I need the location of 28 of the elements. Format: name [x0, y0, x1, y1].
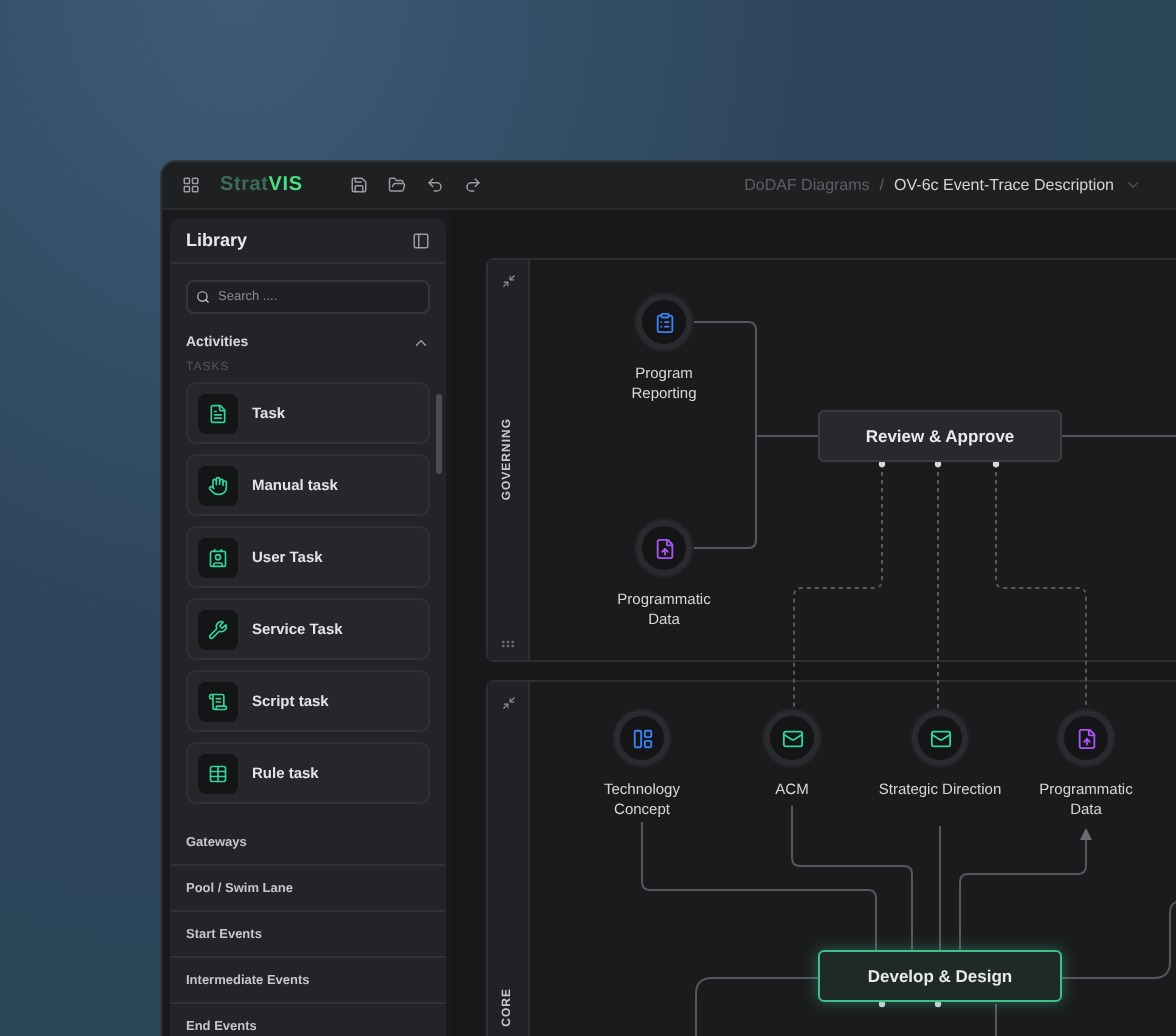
connector-line: [695, 977, 819, 1036]
chevron-up-icon[interactable]: [412, 334, 430, 352]
panel-toggle-icon[interactable]: [412, 231, 430, 249]
item-icon: [198, 753, 238, 793]
app-logo: StratVIS: [220, 174, 303, 196]
grip-icon[interactable]: [500, 636, 516, 652]
item-icon: [198, 537, 238, 577]
folder-icon[interactable]: [388, 176, 407, 194]
collapse-icon[interactable]: [501, 696, 515, 710]
redo-icon[interactable]: [464, 176, 483, 194]
item-icon: [198, 609, 238, 649]
item-icon: [198, 681, 238, 721]
activity-box: Review & Approve: [818, 410, 1062, 462]
grid-menu-icon[interactable]: [182, 176, 200, 194]
collapse-icon[interactable]: [501, 274, 515, 288]
connector-line: [939, 825, 941, 951]
connector-line: [995, 1003, 997, 1036]
save-icon[interactable]: [350, 176, 369, 194]
item-icon: [198, 465, 238, 505]
item-icon: [198, 393, 238, 433]
scrollbar-thumb[interactable]: [436, 394, 442, 474]
activity-box: Develop & Design: [818, 950, 1062, 1002]
breadcrumb-link[interactable]: OV-6c Event-Trace Description: [894, 176, 1114, 194]
panel-title: Library: [186, 230, 248, 250]
breadcrumb-separator: /: [879, 176, 885, 194]
undo-icon[interactable]: [426, 176, 445, 194]
search-icon: [196, 290, 210, 304]
connector-line: [1061, 435, 1176, 437]
